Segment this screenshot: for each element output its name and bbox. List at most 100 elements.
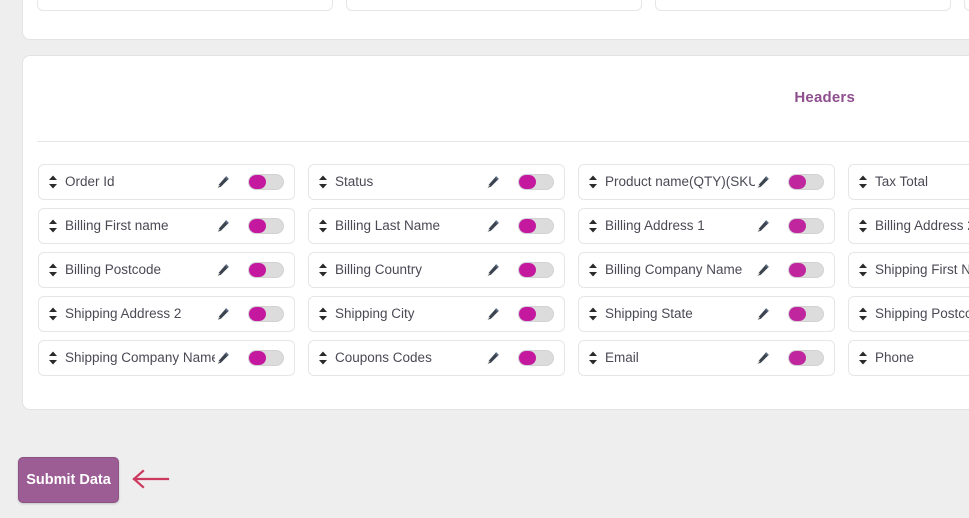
- pencil-icon[interactable]: [755, 175, 770, 190]
- header-field-cell[interactable]: Product name(QTY)(SKU): [578, 164, 835, 200]
- headers-grid-row: Billing Postcode Billing Country Billing C…: [38, 252, 969, 288]
- pencil-icon[interactable]: [755, 351, 770, 366]
- header-field-toggle[interactable]: [788, 306, 824, 322]
- pencil-icon[interactable]: [215, 351, 230, 366]
- pencil-icon[interactable]: [215, 263, 230, 278]
- header-field-label: Phone: [875, 351, 915, 365]
- header-field-toggle[interactable]: [788, 350, 824, 366]
- toggle-knob: [789, 263, 806, 277]
- sort-updown-icon[interactable]: [587, 174, 598, 190]
- pencil-icon[interactable]: [485, 307, 500, 322]
- sort-updown-icon[interactable]: [47, 262, 58, 278]
- header-field-label: Shipping Postcode: [875, 307, 969, 321]
- header-field-cell[interactable]: Billing Last Name: [308, 208, 565, 244]
- sort-updown-icon[interactable]: [587, 350, 598, 366]
- pencil-icon[interactable]: [755, 263, 770, 278]
- header-field-cell[interactable]: Coupons Codes: [308, 340, 565, 376]
- toggle-knob: [249, 351, 266, 365]
- header-field-label: Coupons Codes: [335, 351, 432, 365]
- sort-updown-icon[interactable]: [857, 350, 868, 366]
- sort-updown-icon[interactable]: [317, 350, 328, 366]
- pencil-icon[interactable]: [485, 175, 500, 190]
- header-field-cell[interactable]: Phone: [848, 340, 969, 376]
- sort-updown-icon[interactable]: [587, 262, 598, 278]
- header-field-toggle[interactable]: [518, 218, 554, 234]
- header-field-toggle[interactable]: [518, 262, 554, 278]
- header-field-toggle[interactable]: [518, 350, 554, 366]
- toggle-knob: [789, 351, 806, 365]
- toggle-knob: [519, 263, 536, 277]
- header-field-label: Status: [335, 175, 374, 189]
- pencil-icon[interactable]: [215, 307, 230, 322]
- sort-updown-icon[interactable]: [587, 306, 598, 322]
- header-field-cell[interactable]: Billing Address 2: [848, 208, 969, 244]
- sort-updown-icon[interactable]: [857, 174, 868, 190]
- pencil-icon[interactable]: [755, 219, 770, 234]
- header-field-cell[interactable]: Billing Address 1: [578, 208, 835, 244]
- header-field-label: Shipping Address 2: [65, 307, 182, 321]
- sort-updown-icon[interactable]: [47, 218, 58, 234]
- header-field-cell[interactable]: Shipping Company Name: [38, 340, 295, 376]
- header-field-toggle[interactable]: [518, 306, 554, 322]
- header-field-label: Email: [605, 351, 639, 365]
- pencil-icon[interactable]: [485, 263, 500, 278]
- previous-card-remnant: [22, 0, 969, 40]
- headers-card: Headers Order Id Status Product name(QTY)(…: [22, 55, 969, 410]
- sort-updown-icon[interactable]: [857, 306, 868, 322]
- header-field-label: Shipping State: [605, 307, 693, 321]
- header-field-toggle[interactable]: [518, 174, 554, 190]
- header-field-toggle[interactable]: [248, 306, 284, 322]
- toggle-knob: [789, 307, 806, 321]
- pencil-icon[interactable]: [215, 175, 230, 190]
- header-field-label: Tax Total: [875, 175, 929, 189]
- sort-updown-icon[interactable]: [47, 350, 58, 366]
- pencil-icon[interactable]: [485, 219, 500, 234]
- headers-grid: Order Id Status Product name(QTY)(SKU) Tax …: [38, 164, 969, 376]
- headers-card-titlebar: Headers: [23, 56, 969, 112]
- header-field-toggle[interactable]: [248, 262, 284, 278]
- header-field-cell[interactable]: Billing Postcode: [38, 252, 295, 288]
- toggle-knob: [519, 175, 536, 189]
- sort-updown-icon[interactable]: [587, 218, 598, 234]
- header-field-cell[interactable]: Shipping State: [578, 296, 835, 332]
- header-field-cell[interactable]: Shipping Postcode: [848, 296, 969, 332]
- sort-updown-icon[interactable]: [857, 262, 868, 278]
- header-field-toggle[interactable]: [248, 174, 284, 190]
- toggle-knob: [519, 219, 536, 233]
- header-field-label: Shipping Company Name: [65, 351, 215, 365]
- header-field-cell[interactable]: Billing Company Name: [578, 252, 835, 288]
- header-field-toggle[interactable]: [248, 350, 284, 366]
- header-field-label: Shipping City: [335, 307, 415, 321]
- sort-updown-icon[interactable]: [47, 174, 58, 190]
- header-field-cell[interactable]: Billing First name: [38, 208, 295, 244]
- headers-grid-row: Shipping Company Name Coupons Codes Email P…: [38, 340, 969, 376]
- toggle-knob: [249, 307, 266, 321]
- toggle-knob: [519, 351, 536, 365]
- header-field-cell[interactable]: Shipping First Name: [848, 252, 969, 288]
- sort-updown-icon[interactable]: [317, 306, 328, 322]
- header-field-cell[interactable]: Email: [578, 340, 835, 376]
- header-field-toggle[interactable]: [788, 218, 824, 234]
- toggle-knob: [789, 219, 806, 233]
- headers-title: Headers: [794, 89, 855, 106]
- sort-updown-icon[interactable]: [317, 262, 328, 278]
- header-field-cell[interactable]: Tax Total: [848, 164, 969, 200]
- header-field-cell[interactable]: Order Id: [38, 164, 295, 200]
- header-field-toggle[interactable]: [788, 174, 824, 190]
- pencil-icon[interactable]: [485, 351, 500, 366]
- sort-updown-icon[interactable]: [317, 218, 328, 234]
- sort-updown-icon[interactable]: [857, 218, 868, 234]
- sort-updown-icon[interactable]: [47, 306, 58, 322]
- header-field-label: Billing Country: [335, 263, 423, 277]
- header-field-cell[interactable]: Billing Country: [308, 252, 565, 288]
- pencil-icon[interactable]: [215, 219, 230, 234]
- header-field-toggle[interactable]: [788, 262, 824, 278]
- toggle-knob: [249, 175, 266, 189]
- header-field-toggle[interactable]: [248, 218, 284, 234]
- sort-updown-icon[interactable]: [317, 174, 328, 190]
- pencil-icon[interactable]: [755, 307, 770, 322]
- submit-data-button[interactable]: Submit Data: [18, 457, 119, 503]
- header-field-cell[interactable]: Shipping City: [308, 296, 565, 332]
- header-field-cell[interactable]: Shipping Address 2: [38, 296, 295, 332]
- header-field-cell[interactable]: Status: [308, 164, 565, 200]
